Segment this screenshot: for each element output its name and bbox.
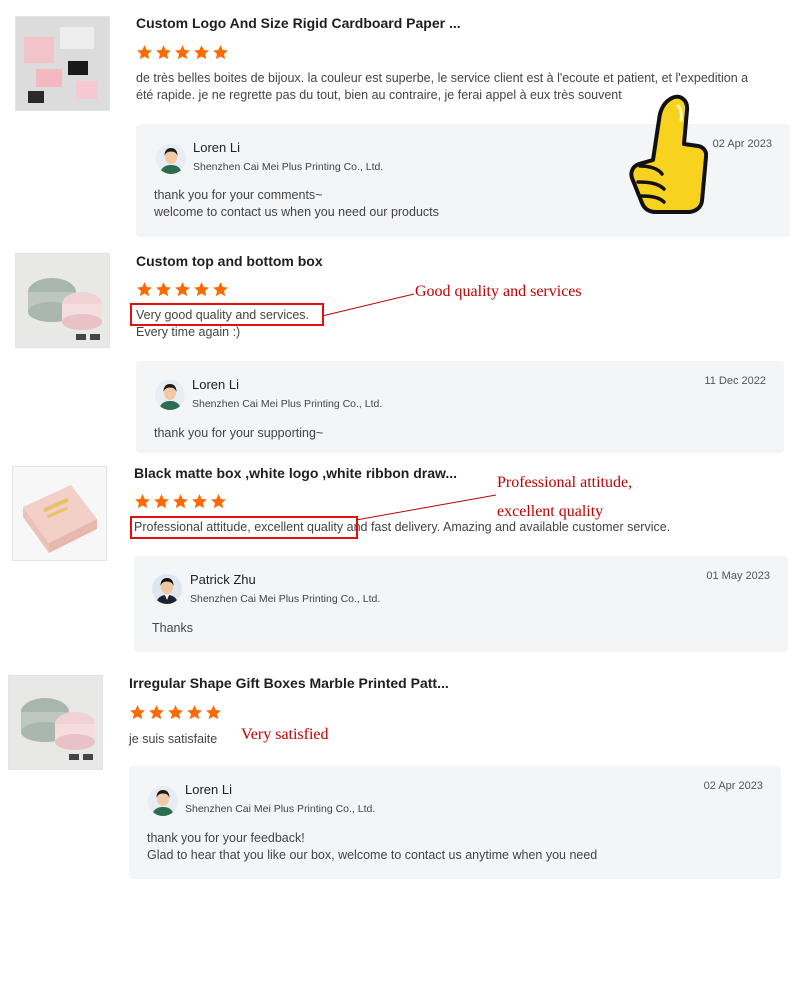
- reply-author-name: Loren Li: [192, 377, 239, 392]
- product-thumbnail[interactable]: [15, 16, 110, 111]
- star-icon: [191, 493, 208, 510]
- reply-date: 01 May 2023: [706, 570, 770, 582]
- avatar: [152, 574, 182, 604]
- star-rating: [134, 493, 227, 510]
- review-item: Irregular Shape Gift Boxes Marble Printe…: [0, 660, 800, 900]
- review-text-line: Very good quality and services.: [136, 308, 310, 322]
- annotation-line: excellent quality: [497, 503, 604, 520]
- reply-text: thank you for your comments~ welcome to …: [154, 187, 439, 221]
- reply-author-name: Patrick Zhu: [190, 572, 256, 587]
- reply-company: Shenzhen Cai Mei Plus Printing Co., Ltd.: [190, 593, 381, 605]
- avatar: [148, 786, 178, 816]
- reply-author-name: Loren Li: [185, 782, 232, 797]
- star-rating: [129, 704, 222, 721]
- avatar: [155, 380, 185, 410]
- star-icon: [134, 493, 151, 510]
- annotation-line: Professional attitude,: [497, 474, 633, 491]
- star-icon: [155, 44, 172, 61]
- reply-text-line: thank you for your comments~: [154, 188, 323, 202]
- reply-date: 02 Apr 2023: [703, 780, 763, 792]
- star-icon: [193, 44, 210, 61]
- star-rating: [136, 44, 229, 61]
- star-icon: [129, 704, 146, 721]
- product-title[interactable]: Irregular Shape Gift Boxes Marble Printe…: [129, 675, 449, 691]
- reply-date: 02 Apr 2023: [712, 138, 772, 150]
- thumbs-up-icon: [629, 94, 708, 214]
- reply-text: thank you for your supporting~: [154, 425, 323, 442]
- star-icon: [212, 44, 229, 61]
- reply-text-line: welcome to contact us when you need our …: [154, 205, 439, 219]
- star-icon: [186, 704, 203, 721]
- review-item: Custom Logo And Size Rigid Cardboard Pap…: [0, 0, 800, 245]
- star-icon: [155, 281, 172, 298]
- review-text: Very good quality and services. Every ti…: [136, 307, 309, 341]
- reply-text-line: Thanks: [152, 621, 193, 635]
- seller-reply: Loren Li Shenzhen Cai Mei Plus Printing …: [136, 361, 784, 453]
- product-thumbnail[interactable]: [8, 675, 103, 770]
- product-title[interactable]: Black matte box ,white logo ,white ribbo…: [134, 465, 457, 481]
- star-icon: [136, 281, 153, 298]
- annotation-label: Good quality and services: [415, 283, 582, 300]
- star-icon: [167, 704, 184, 721]
- seller-reply: Loren Li Shenzhen Cai Mei Plus Printing …: [129, 766, 781, 879]
- reply-text-line: Glad to hear that you like our box, welc…: [147, 848, 598, 862]
- product-title[interactable]: Custom Logo And Size Rigid Cardboard Pap…: [136, 15, 461, 31]
- reply-author-name: Loren Li: [193, 140, 240, 155]
- reply-company: Shenzhen Cai Mei Plus Printing Co., Ltd.: [185, 803, 376, 815]
- reply-text-line: thank you for your supporting~: [154, 426, 324, 440]
- product-thumbnail[interactable]: [15, 253, 110, 348]
- reply-text: Thanks: [152, 620, 193, 637]
- seller-reply: Patrick Zhu Shenzhen Cai Mei Plus Printi…: [134, 556, 788, 652]
- annotation-label: Very satisfied: [241, 726, 329, 743]
- star-icon: [210, 493, 227, 510]
- reply-text-line: thank you for your feedback!: [147, 831, 305, 845]
- annotation-label: Professional attitude, excellent quality: [497, 468, 632, 526]
- product-thumbnail[interactable]: [12, 466, 107, 561]
- star-icon: [153, 493, 170, 510]
- product-title[interactable]: Custom top and bottom box: [136, 253, 323, 269]
- star-icon: [136, 44, 153, 61]
- review-item: Black matte box ,white logo ,white ribbo…: [0, 460, 800, 660]
- reply-text: thank you for your feedback! Glad to hea…: [147, 830, 597, 864]
- review-text-line: Every time again :): [136, 325, 241, 339]
- reply-company: Shenzhen Cai Mei Plus Printing Co., Ltd.: [193, 161, 384, 173]
- star-icon: [174, 281, 191, 298]
- review-text: je suis satisfaite: [129, 732, 218, 746]
- star-icon: [212, 281, 229, 298]
- star-icon: [174, 44, 191, 61]
- avatar: [156, 144, 186, 174]
- star-icon: [172, 493, 189, 510]
- star-icon: [193, 281, 210, 298]
- star-icon: [148, 704, 165, 721]
- reply-company: Shenzhen Cai Mei Plus Printing Co., Ltd.: [192, 398, 383, 410]
- reply-date: 11 Dec 2022: [704, 375, 766, 387]
- star-rating: [136, 281, 229, 298]
- review-item: Custom top and bottom box Very good qual…: [0, 245, 800, 460]
- star-icon: [205, 704, 222, 721]
- review-text-highlighted: Professional attitude, excellent quality: [134, 520, 344, 534]
